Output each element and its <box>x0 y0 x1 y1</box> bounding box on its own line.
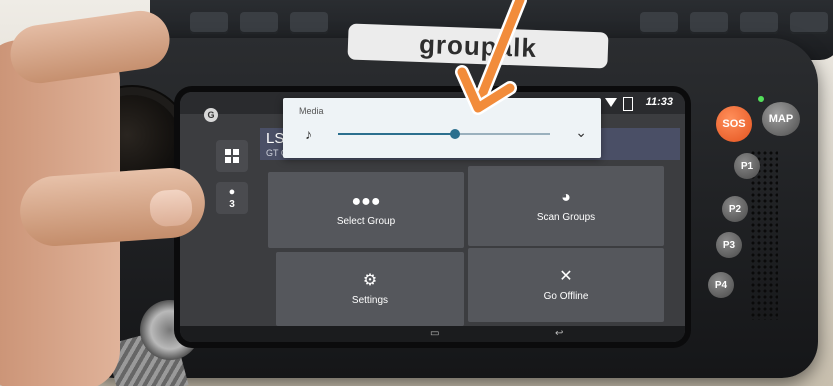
android-nav-bar: ▭ ↩ <box>180 326 685 342</box>
p2-button[interactable]: P2 <box>722 196 748 222</box>
status-led <box>758 96 764 102</box>
slider-thumb[interactable] <box>449 129 460 139</box>
app-badge-icon: G <box>204 108 218 122</box>
p4-button[interactable]: P4 <box>708 272 734 298</box>
brand-plate: groupalk <box>347 23 609 69</box>
go-offline-label: Go Offline <box>543 290 589 302</box>
member-count: 3 <box>229 199 235 210</box>
sos-button[interactable]: SOS <box>716 106 752 142</box>
media-volume-panel: Media ♪ ⌄ <box>283 98 601 158</box>
close-icon: ✕ <box>559 267 573 285</box>
select-group-label: Select Group <box>336 215 396 227</box>
side-rail: ● 3 <box>210 130 250 330</box>
thumbnail <box>148 188 194 228</box>
menu-grid-button[interactable] <box>216 140 248 172</box>
media-volume-slider[interactable] <box>338 129 550 139</box>
people-icon: ●●● <box>351 192 381 210</box>
scan-groups-label: Scan Groups <box>536 211 596 223</box>
scan-groups-button[interactable]: ◕ Scan Groups <box>468 166 664 246</box>
media-label: Media <box>299 106 324 116</box>
person-icon: ● <box>228 186 236 198</box>
clock: 11:33 <box>645 96 673 108</box>
chevron-down-icon[interactable]: ⌄ <box>575 124 587 141</box>
p3-button[interactable]: P3 <box>716 232 742 258</box>
members-button[interactable]: ● 3 <box>216 182 248 214</box>
settings-label: Settings <box>351 294 389 306</box>
home-nav-icon[interactable]: ▭ <box>430 328 439 339</box>
p1-button[interactable]: P1 <box>734 153 760 179</box>
select-group-button[interactable]: ●●● Select Group <box>268 172 464 248</box>
settings-button[interactable]: ⚙ Settings <box>276 252 464 326</box>
grid-icon <box>225 149 239 163</box>
music-note-icon: ♪ <box>305 126 312 142</box>
back-nav-icon[interactable]: ↩ <box>555 328 563 339</box>
map-button[interactable]: MAP <box>762 102 800 136</box>
photo-background: groupalk SOS MAP P1 P2 P3 P4 11:33 G ● 3… <box>0 0 833 386</box>
group-title: LS <box>266 130 285 147</box>
wifi-icon <box>605 98 617 107</box>
slider-fill <box>338 133 455 135</box>
headphones-icon: ◕ <box>561 188 571 206</box>
battery-icon <box>623 97 633 111</box>
gear-icon: ⚙ <box>362 271 378 289</box>
go-offline-button[interactable]: ✕ Go Offline <box>468 248 664 322</box>
